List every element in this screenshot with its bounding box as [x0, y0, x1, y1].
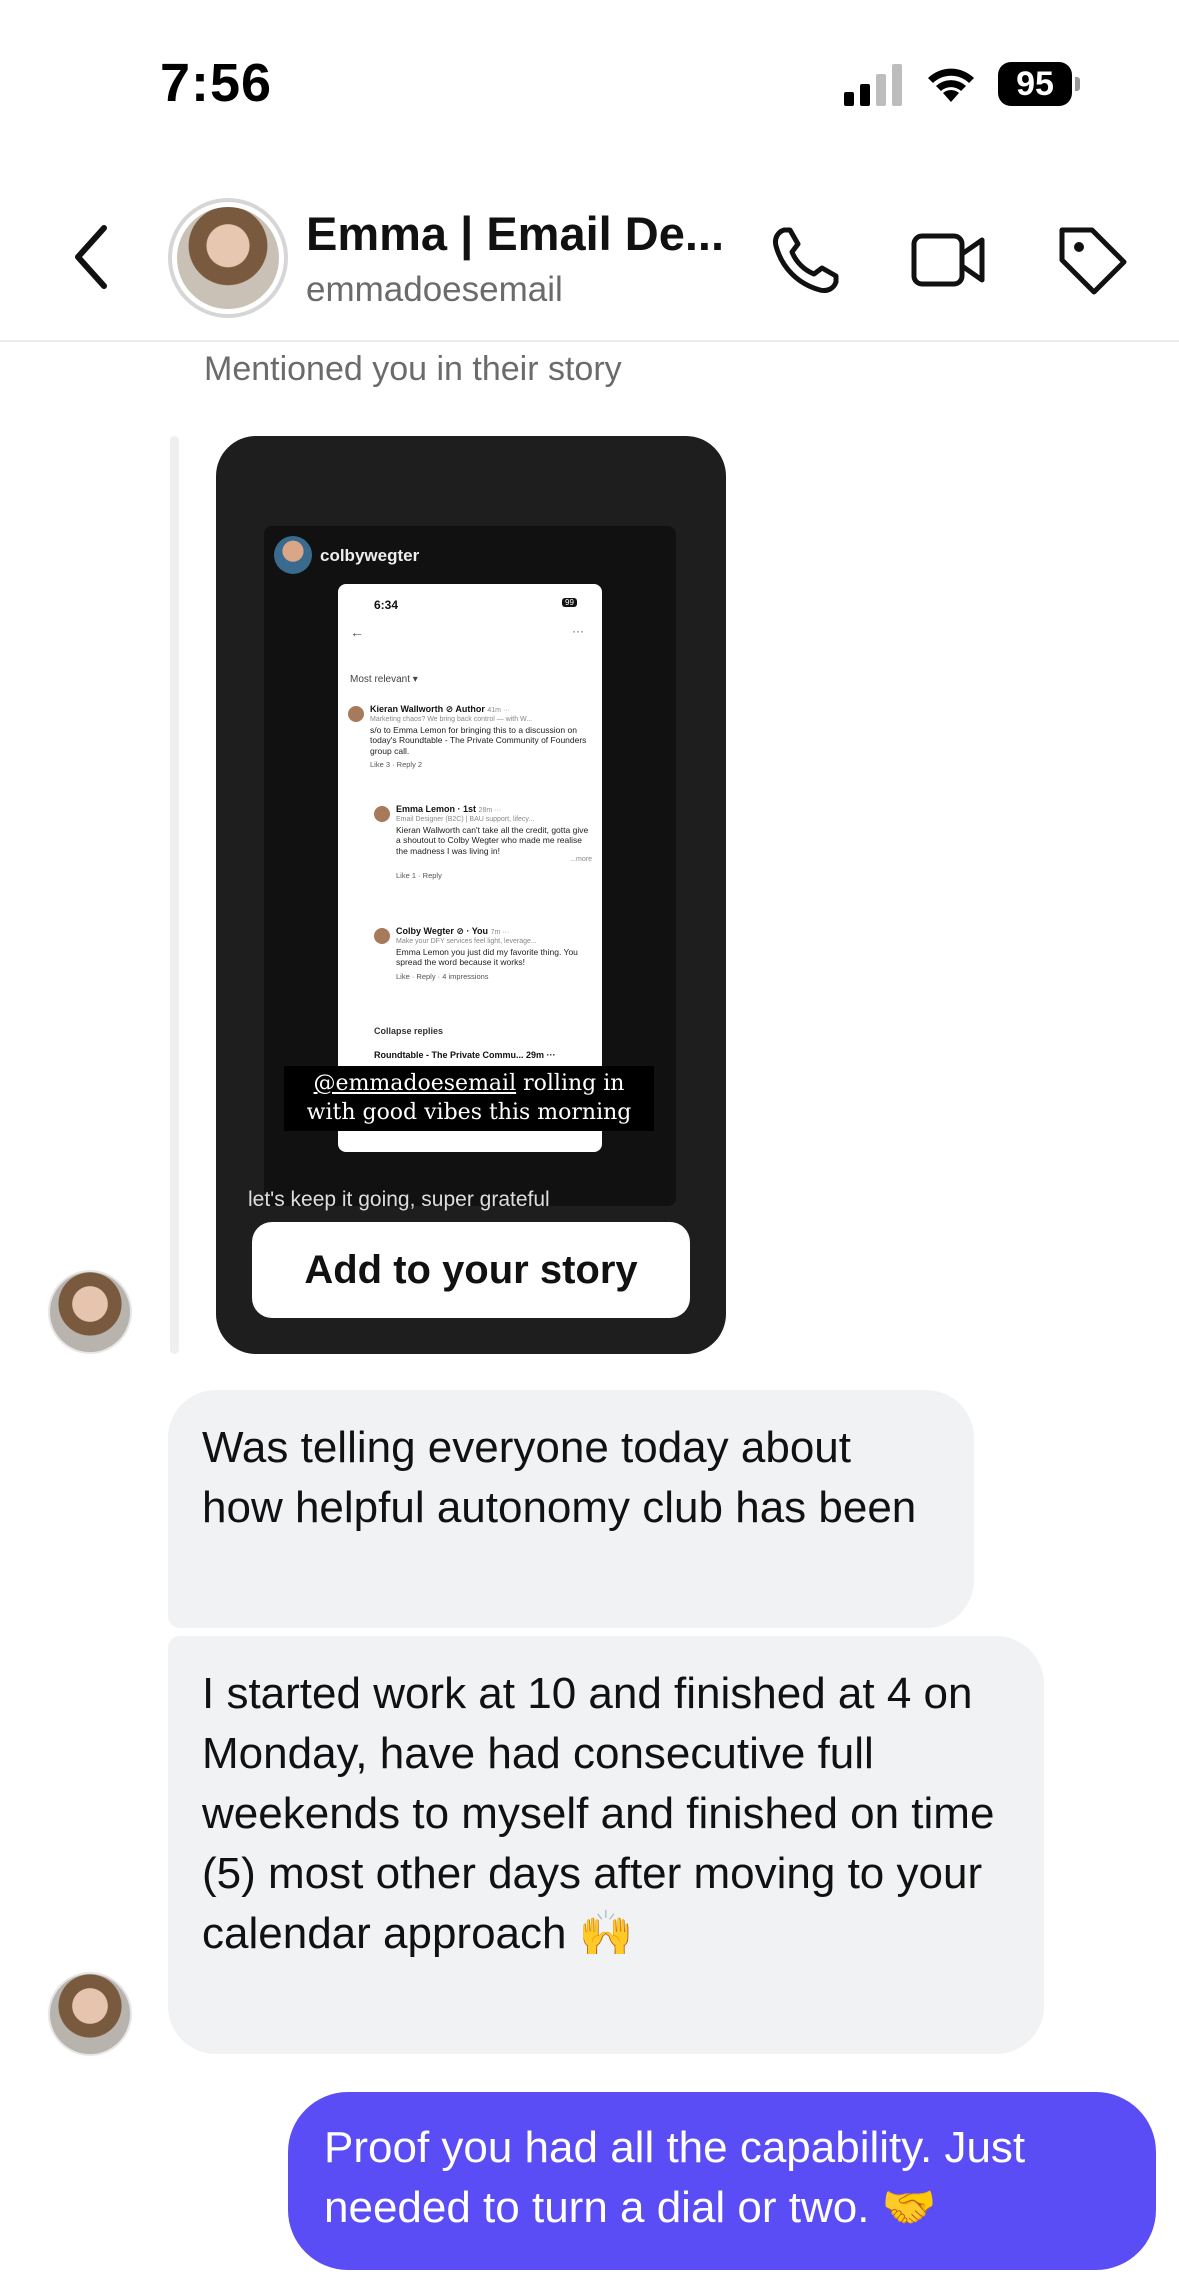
sender-avatar[interactable]: [48, 1270, 132, 1354]
screenshot-battery: 99: [562, 598, 577, 607]
comment-more: ...more: [570, 856, 592, 864]
back-chevron-icon[interactable]: [68, 222, 118, 292]
contact-handle[interactable]: emmadoesemail: [306, 270, 563, 310]
comment-author: Kieran Wallworth ⊘ Author: [370, 704, 485, 714]
tag-icon[interactable]: [1052, 220, 1132, 300]
collapse-replies: Collapse replies: [374, 1026, 444, 1036]
battery-tip: [1075, 77, 1080, 91]
comment-actions: Like · Reply · 4 impressions: [396, 971, 489, 981]
comment-avatar: [374, 928, 390, 944]
comment-body: s/o to Emma Lemon for bringing this to a…: [370, 724, 587, 756]
story-mention-card[interactable]: colbywegter 6:34 99 ← ··· Most relevant …: [216, 436, 726, 1354]
screenshot-back-icon: ←: [350, 624, 364, 640]
battery-indicator: 95: [998, 62, 1082, 106]
roundtable-comment: Roundtable - The Private Commu... 29m ··…: [374, 1050, 556, 1060]
caption-mention: @emmadoesemail: [313, 1071, 517, 1096]
incoming-message[interactable]: I started work at 10 and finished at 4 o…: [168, 1636, 1044, 2054]
status-time: 7:56: [160, 53, 273, 113]
story-content: colbywegter 6:34 99 ← ··· Most relevant …: [264, 526, 676, 1206]
comment-actions: Like 1 · Reply: [396, 871, 442, 881]
add-to-story-button[interactable]: Add to your story: [252, 1222, 690, 1318]
avatar-photo: [177, 207, 279, 309]
wifi-icon: [928, 68, 974, 102]
incoming-message[interactable]: Was telling everyone today about how hel…: [168, 1390, 974, 1628]
reply-quote-line: [170, 436, 179, 1354]
contact-avatar[interactable]: [168, 198, 288, 318]
video-camera-icon[interactable]: [908, 220, 988, 300]
phone-icon[interactable]: [766, 220, 846, 300]
screenshot-more-icon: ···: [572, 624, 584, 638]
story-caption: @emmadoesemail rolling in with good vibe…: [284, 1066, 654, 1132]
battery-level: 95: [998, 62, 1072, 106]
screenshot-sort: Most relevant ▾: [350, 674, 418, 685]
comment-meta: 28m ···: [478, 807, 502, 814]
story-user-avatar: [274, 536, 312, 574]
comment-author: Emma Lemon · 1st: [396, 804, 477, 814]
story-mention-label: Mentioned you in their story: [204, 350, 622, 388]
comment: Emma Lemon · 1st 28m ··· Email Designer …: [396, 804, 592, 881]
comment: Colby Wegter ⊘ · You 7m ··· Make your DF…: [396, 926, 592, 981]
comment-body: Kieran Wallworth can't take all the cred…: [396, 824, 589, 856]
comment-subtitle: Make your DFY services feel light, lever…: [396, 937, 537, 945]
comment: Kieran Wallworth ⊘ Author 41m ··· Market…: [370, 704, 592, 770]
comment-meta: 7m ···: [490, 929, 510, 936]
comment-avatar: [374, 806, 390, 822]
comment-meta: 41m ···: [487, 707, 510, 714]
status-bar: 7:56 95: [0, 0, 1179, 150]
contact-name[interactable]: Emma | Email De...: [306, 206, 746, 261]
comment-author: Colby Wegter ⊘ · You: [396, 926, 489, 936]
comment-subtitle: Marketing chaos? We bring back control —…: [370, 715, 533, 723]
comment-actions: Like 3 · Reply 2: [370, 760, 423, 770]
comment-subtitle: Email Designer (B2C) | BAU support, life…: [396, 815, 535, 823]
cellular-signal-icon: [844, 64, 902, 106]
comment-avatar: [348, 706, 364, 722]
comment-body: Emma Lemon you just did my favorite thin…: [396, 946, 578, 968]
outgoing-message[interactable]: Proof you had all the capability. Just n…: [288, 2092, 1156, 2270]
screenshot-time: 6:34: [374, 598, 399, 612]
story-footer-text: let's keep it going, super grateful: [248, 1188, 550, 1211]
chat-header: Emma | Email De... emmadoesemail: [0, 150, 1179, 342]
story-username: colbywegter: [320, 546, 420, 565]
sender-avatar[interactable]: [48, 1972, 132, 2056]
